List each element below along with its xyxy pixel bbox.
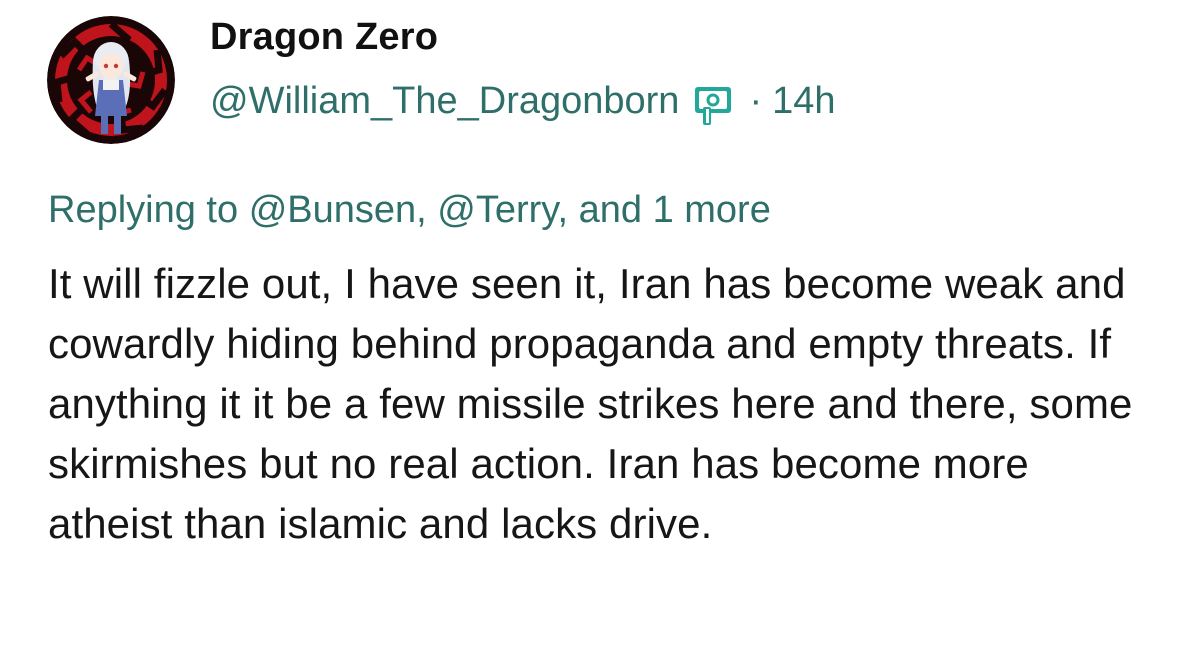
author-handle[interactable]: @William_The_Dragonborn [210,78,679,124]
avatar[interactable] [47,16,175,144]
reply-separator-and: , and [557,189,643,231]
author-meta-row: @William_The_Dragonborn · 14h [210,76,836,126]
reply-context: Replying to @Bunsen, @Terry, and 1 more [48,187,771,233]
post-body-text: It will fizzle out, I have seen it, Iran… [48,260,1133,547]
reply-separator: , [416,189,427,231]
author-display-name[interactable]: Dragon Zero [210,14,438,60]
post-card: Dragon Zero @William_The_Dragonborn · 14… [0,0,1179,657]
timestamp-separator: · [749,80,763,122]
mention-terry[interactable]: @Terry [437,189,557,231]
pleroma-badge-icon [693,85,737,131]
reply-prefix: Replying to [48,189,239,231]
anime-avatar-icon [47,16,175,144]
reply-more-link[interactable]: 1 more [653,189,771,231]
mention-bunsen[interactable]: @Bunsen [249,189,416,231]
post-timestamp[interactable]: 14h [772,78,835,124]
